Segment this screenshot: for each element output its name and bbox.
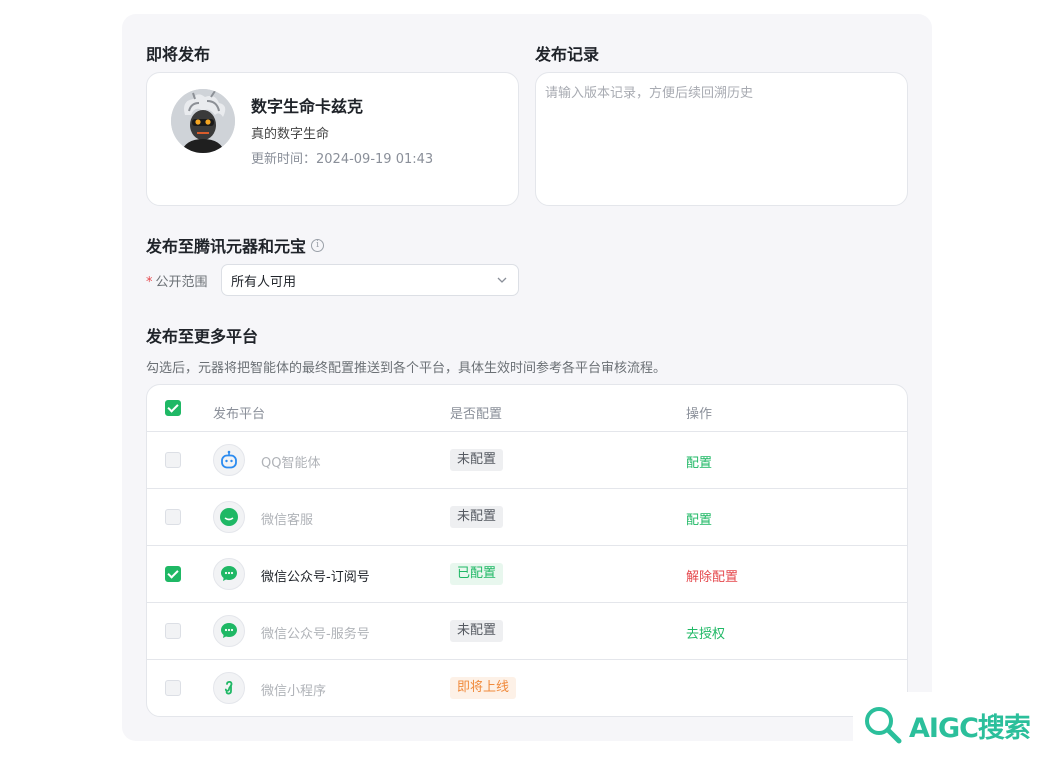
status-badge: 已配置 [450,563,504,585]
config-link[interactable]: 配置 [686,452,712,471]
required-mark: * [146,275,153,290]
avatar-image [171,89,235,153]
bot-card: 数字生命卡兹克 真的数字生命 更新时间：2024-09-19 01:43 [146,72,519,206]
authorize-link[interactable]: 去授权 [686,623,725,642]
magnifier-icon [865,707,902,744]
info-icon[interactable]: i [311,238,325,252]
bot-description: 真的数字生命 [251,127,330,142]
scope-select-value: 所有人可用 [231,274,297,290]
row-checkbox[interactable] [165,509,181,525]
tencent-title-text: 发布至腾讯元器和元宝 [146,237,307,256]
platform-name: 微信客服 [261,513,314,528]
config-link[interactable]: 配置 [686,509,712,528]
table-row: 微信小程序 即将上线 [147,660,907,716]
table-header: 发布平台 是否配置 操作 [147,385,907,432]
aigc-search-watermark: AIGC搜索 [853,692,1053,758]
column-header-config: 是否配置 [450,407,503,422]
table-row: 微信客服 未配置 配置 [147,489,907,546]
update-time-label: 更新时间： [251,152,317,167]
scope-select[interactable]: 所有人可用 [221,264,519,296]
row-checkbox[interactable] [165,566,181,582]
status-badge: 未配置 [450,620,504,642]
column-header-platform: 发布平台 [213,407,266,422]
table-row: QQ智能体 未配置 配置 [147,432,907,489]
select-all-checkbox[interactable] [165,400,181,416]
status-badge: 未配置 [450,506,504,528]
record-textarea[interactable] [535,72,908,206]
table-row: 微信公众号-订阅号 已配置 解除配置 [147,546,907,603]
column-header-action: 操作 [686,407,713,422]
row-checkbox[interactable] [165,623,181,639]
bot-avatar [171,89,235,153]
scope-label-text: 公开范围 [155,275,208,290]
platform-table: 发布平台 是否配置 操作 QQ智能体 未配置 配置 微信客服 未配置 配置 微信… [146,384,908,717]
record-title: 发布记录 [535,45,600,64]
status-badge: 即将上线 [450,677,517,699]
platform-name: 微信公众号-服务号 [261,627,370,642]
more-platforms-title: 发布至更多平台 [146,327,259,346]
chevron-down-icon [497,277,507,283]
row-checkbox[interactable] [165,680,181,696]
wechat-service-icon [213,501,245,533]
publish-soon-title: 即将发布 [146,45,211,64]
watermark-text: AIGC搜索 [909,712,1031,744]
platform-name: QQ智能体 [261,456,321,471]
status-badge: 未配置 [450,449,504,471]
tencent-section-title: 发布至腾讯元器和元宝 i [146,233,325,257]
platform-name: 微信小程序 [261,684,327,699]
scope-label: * 公开范围 [146,271,208,290]
unconfig-link[interactable]: 解除配置 [686,566,738,585]
update-time-value: 2024-09-19 01:43 [316,152,434,167]
bot-name: 数字生命卡兹克 [251,97,364,116]
platform-name: 微信公众号-订阅号 [261,570,370,585]
wechat-icon [213,558,245,590]
bot-update-time: 更新时间：2024-09-19 01:43 [251,148,433,167]
more-platforms-description: 勾选后，元器将把智能体的最终配置推送到各个平台，具体生效时间参考各平台审核流程。 [146,361,667,376]
wechat-icon [213,615,245,647]
row-checkbox[interactable] [165,452,181,468]
mini-program-icon [213,672,245,704]
table-row: 微信公众号-服务号 未配置 去授权 [147,603,907,660]
qq-bot-icon [213,444,245,476]
